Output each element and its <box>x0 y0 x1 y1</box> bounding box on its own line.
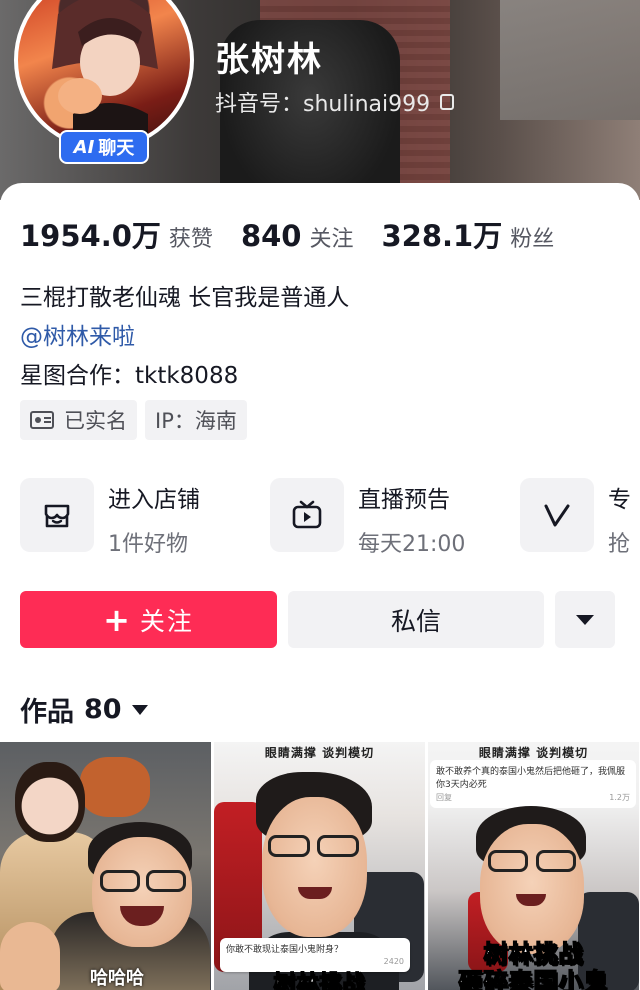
shop-icon <box>20 478 94 552</box>
avatar-illustration <box>52 0 158 146</box>
v-icon <box>520 478 594 552</box>
id-card-icon <box>30 411 54 429</box>
bio-text: 三棍打散老仙魂 长官我是普通人 <box>20 285 350 311</box>
plus-icon: + <box>103 600 132 639</box>
ip-tag: IP：海南 <box>145 400 247 440</box>
ai-badge-ai-label: AI <box>73 136 95 158</box>
stat-following[interactable]: 840 关注 <box>241 219 354 253</box>
caret-down-icon <box>576 614 594 625</box>
ip-tag-label: IP：海南 <box>155 409 237 433</box>
thumb-comment-likes: 2420 <box>383 957 404 966</box>
thumb-comment-meta: 回复 1.2万 <box>436 792 630 803</box>
thumb-comment-reply: 回复 <box>436 793 452 802</box>
tv-icon <box>270 478 344 552</box>
stat-likes-value: 1954.0万 <box>20 219 161 253</box>
thumb-top-caption: 眼睛满撑 谈判模切 <box>264 746 375 758</box>
stat-likes-label: 获赞 <box>168 227 213 252</box>
copy-icon[interactable] <box>440 94 455 110</box>
thumb-glasses-right <box>317 835 359 857</box>
profile-stats: 1954.0万 获赞 840 关注 328.1万 粉丝 <box>20 213 582 255</box>
thumb-glasses-right <box>536 850 576 872</box>
follow-button[interactable]: + 关注 <box>20 591 277 648</box>
stat-following-label: 关注 <box>309 227 354 252</box>
service-third-subtitle: 抢 <box>608 532 631 557</box>
thumb-caption: 哈哈哈 <box>90 968 144 989</box>
video-thumbnail[interactable]: 眼睛满撑 谈判模切 敢不敢养个真的泰国小鬼然后把他砸了，我佩服你3天内必死 回复… <box>428 742 639 990</box>
more-dropdown-button[interactable] <box>555 591 615 648</box>
service-live-subtitle: 每天21:00 <box>358 532 466 557</box>
works-tab-label: 作品 <box>20 697 74 728</box>
video-thumbnail[interactable]: 眼睛满撑 谈判模切 你敢不敢现让泰国小鬼附身？ 2420 树林挑战 <box>214 742 425 990</box>
thumb-top-caption: 眼睛满撑 谈判模切 <box>478 746 589 758</box>
message-button[interactable]: 私信 <box>288 591 544 648</box>
thumb-person-face <box>262 797 367 937</box>
thumb-comment-text: 敢不敢养个真的泰国小鬼然后把他砸了，我佩服你3天内必死 <box>436 767 626 790</box>
verified-tag: 已实名 <box>20 400 137 440</box>
follow-button-label: 关注 <box>139 606 194 636</box>
stat-following-value: 840 <box>240 219 302 253</box>
stat-followers-label: 粉丝 <box>510 227 555 252</box>
service-third-title: 专 <box>608 487 631 513</box>
douyin-id-text: 抖音号：shulinai999 <box>215 92 431 117</box>
thumb-thumbs-up <box>0 922 60 990</box>
service-entries: 进入店铺 1件好物 直播预告 每天21:00 专 抢 <box>20 478 640 558</box>
verified-tag-label: 已实名 <box>64 409 127 433</box>
douyin-id[interactable]: 抖音号：shulinai999 <box>215 86 455 118</box>
service-third[interactable]: 专 抢 <box>520 478 640 558</box>
service-live-title: 直播预告 <box>358 487 450 513</box>
ai-chat-badge[interactable]: AI 聊天 <box>59 130 149 164</box>
stat-followers-value: 328.1万 <box>381 219 503 253</box>
thumb-comment-likes: 1.2万 <box>609 793 630 802</box>
profile-card <box>0 183 640 743</box>
service-shop[interactable]: 进入店铺 1件好物 <box>20 478 270 558</box>
thumb-big-caption-2: 砸碎泰国小鬼 <box>458 967 609 990</box>
thumb-bg-object <box>80 757 150 817</box>
stat-likes[interactable]: 1954.0万 获赞 <box>20 213 213 255</box>
profile-name: 张树林 <box>215 40 323 80</box>
video-thumbnail[interactable]: 哈哈哈 <box>0 742 211 990</box>
thumb-comment-text: 你敢不敢现让泰国小鬼附身？ <box>226 945 344 955</box>
profile-tags: 已实名 IP：海南 <box>20 400 255 440</box>
header-bg-window <box>500 0 640 120</box>
service-shop-subtitle: 1件好物 <box>108 532 188 557</box>
ai-badge-label: 聊天 <box>98 138 135 159</box>
thumb-comment-card: 敢不敢养个真的泰国小鬼然后把他砸了，我佩服你3天内必死 回复 1.2万 <box>430 760 636 808</box>
thumb-glasses-left <box>100 870 140 892</box>
works-grid: 哈哈哈 眼睛满撑 谈判模切 你敢不敢现让泰国小鬼附身？ 2420 树林挑战 眼睛… <box>0 742 640 990</box>
message-button-label: 私信 <box>390 606 441 636</box>
bio-cooperation: 星图合作：tktk8088 <box>20 363 239 389</box>
thumb-glasses-left <box>268 835 310 857</box>
thumb-big-caption: 树林挑战 <box>273 971 366 990</box>
thumb-person-face <box>92 837 192 947</box>
works-tab[interactable]: 作品 80 <box>20 690 148 729</box>
service-live-preview[interactable]: 直播预告 每天21:00 <box>270 478 520 558</box>
bio-mention-link[interactable]: @树林来啦 <box>20 317 135 351</box>
works-count: 80 <box>84 694 122 725</box>
thumb-glasses-left <box>488 850 528 872</box>
caret-down-icon <box>131 704 148 715</box>
thumb-bride <box>15 762 85 842</box>
stat-followers[interactable]: 328.1万 粉丝 <box>382 213 555 255</box>
thumb-glasses-right <box>146 870 186 892</box>
service-shop-title: 进入店铺 <box>108 487 200 513</box>
